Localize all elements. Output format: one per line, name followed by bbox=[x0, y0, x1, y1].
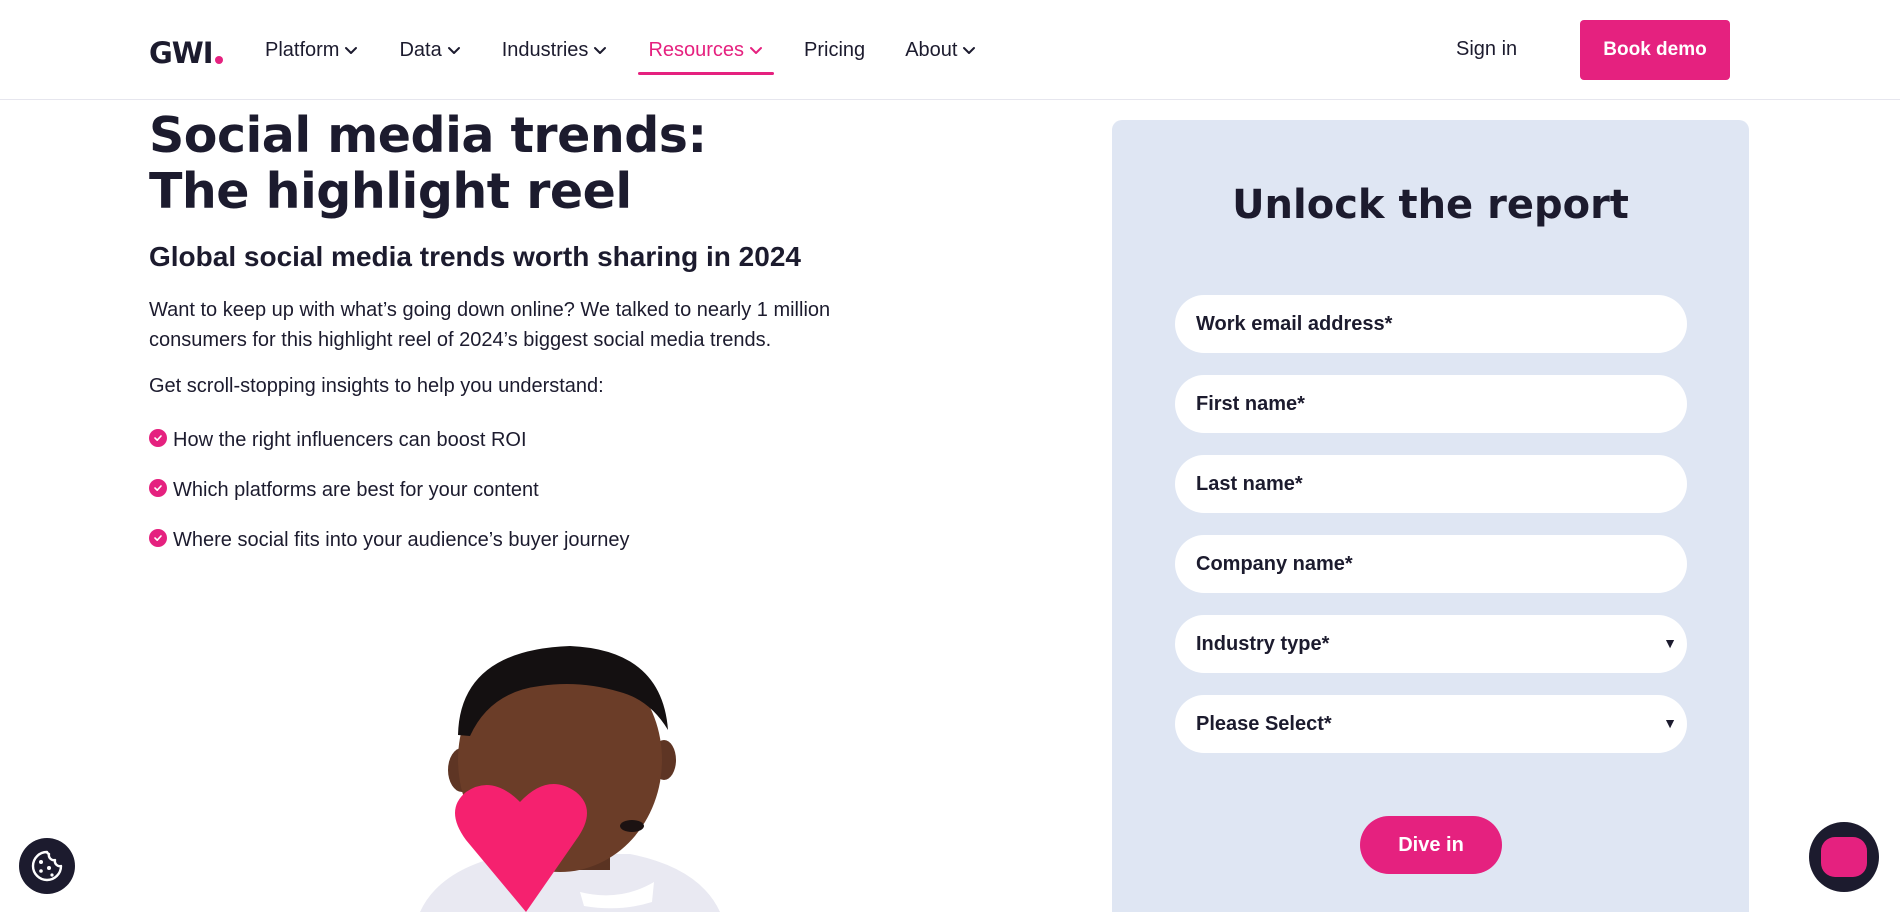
chevron-down-icon bbox=[963, 47, 976, 54]
caret-down-icon: ▼ bbox=[1663, 635, 1677, 651]
chevron-down-icon bbox=[447, 47, 460, 54]
logo-dot bbox=[214, 56, 223, 64]
industry-type-select[interactable]: Industry type* ▼ bbox=[1175, 615, 1687, 673]
list-item-text: Where social fits into your audience’s b… bbox=[173, 528, 630, 551]
nav-item-platform[interactable]: Platform bbox=[265, 34, 359, 66]
page-subtitle: Global social media trends worth sharing… bbox=[149, 241, 801, 272]
chevron-down-icon bbox=[345, 47, 358, 54]
chevron-down-icon bbox=[594, 47, 607, 54]
chat-button[interactable] bbox=[1809, 822, 1879, 892]
please-select-dropdown[interactable]: Please Select* ▼ bbox=[1175, 695, 1687, 753]
list-item: Which platforms are best for your conten… bbox=[149, 475, 630, 505]
nav-item-about[interactable]: About bbox=[905, 34, 977, 66]
title-line-1: Social media trends: bbox=[149, 107, 707, 164]
nav-label: Platform bbox=[265, 38, 340, 61]
nav-label: Data bbox=[399, 38, 442, 61]
report-form: Unlock the report Work email address* Fi… bbox=[1112, 120, 1749, 912]
form-title: Unlock the report bbox=[1232, 182, 1629, 228]
nav-item-pricing[interactable]: Pricing bbox=[804, 34, 865, 66]
title-line-2: The highlight reel bbox=[149, 163, 632, 220]
book-demo-button[interactable]: Book demo bbox=[1580, 20, 1730, 80]
list-item-text: How the right influencers can boost ROI bbox=[173, 428, 527, 451]
list-item: How the right influencers can boost ROI bbox=[149, 425, 630, 455]
caret-down-icon: ▼ bbox=[1663, 715, 1677, 731]
intro-paragraph: Want to keep up with what’s going down o… bbox=[149, 299, 831, 351]
last-name-field[interactable]: Last name* bbox=[1175, 455, 1687, 513]
nav-label: Pricing bbox=[804, 38, 866, 61]
nav-label: Industries bbox=[501, 38, 589, 61]
benefit-list: How the right influencers can boost ROI … bbox=[149, 425, 630, 575]
site-header: GWI Platform Data Industries Resources P… bbox=[0, 0, 1900, 100]
dive-in-button[interactable]: Dive in bbox=[1360, 816, 1502, 874]
industry-type-value: Industry type* bbox=[1196, 632, 1330, 655]
first-name-placeholder: First name* bbox=[1196, 392, 1305, 415]
cookie-settings-button[interactable] bbox=[19, 838, 75, 894]
sign-in-link[interactable]: Sign in bbox=[1456, 38, 1517, 61]
chat-icon bbox=[1821, 837, 1867, 877]
list-item: Where social fits into your audience’s b… bbox=[149, 525, 630, 555]
company-name-placeholder: Company name* bbox=[1196, 552, 1353, 575]
last-name-placeholder: Last name* bbox=[1196, 472, 1303, 495]
check-circle-icon bbox=[149, 479, 167, 497]
main-nav: Platform Data Industries Resources Prici… bbox=[265, 34, 1017, 75]
chevron-down-icon bbox=[750, 47, 763, 54]
first-name-field[interactable]: First name* bbox=[1175, 375, 1687, 433]
nav-item-resources[interactable]: Resources bbox=[638, 34, 774, 75]
email-field[interactable]: Work email address* bbox=[1175, 295, 1687, 353]
hero-person-image bbox=[420, 646, 720, 912]
gwi-logo[interactable]: GWI bbox=[149, 36, 223, 70]
cookie-icon bbox=[31, 850, 63, 882]
check-circle-icon bbox=[149, 529, 167, 547]
page-title: Social media trends: The highlight reel bbox=[149, 108, 769, 220]
company-name-field[interactable]: Company name* bbox=[1175, 535, 1687, 593]
lead-paragraph: Get scroll-stopping insights to help you… bbox=[149, 375, 604, 397]
check-circle-icon bbox=[149, 429, 167, 447]
nav-item-industries[interactable]: Industries bbox=[502, 34, 609, 66]
logo-text: GWI bbox=[149, 36, 214, 70]
nav-label: Resources bbox=[648, 38, 745, 61]
nav-item-data[interactable]: Data bbox=[399, 34, 461, 66]
nav-label: About bbox=[905, 38, 958, 61]
email-placeholder: Work email address* bbox=[1196, 312, 1393, 335]
please-select-value: Please Select* bbox=[1196, 712, 1332, 735]
list-item-text: Which platforms are best for your conten… bbox=[173, 478, 539, 501]
